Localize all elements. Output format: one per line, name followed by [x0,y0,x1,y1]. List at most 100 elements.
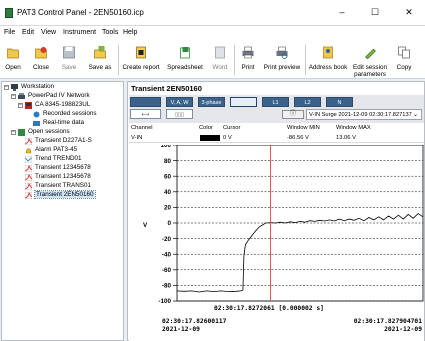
save-button[interactable]: Save [56,43,82,76]
expander-minus-icon[interactable]: − [11,130,16,135]
menu-file[interactable]: File [4,29,15,36]
address-book-button[interactable]: Address book [306,43,350,76]
cell-cursor: 0 V [223,135,232,141]
create-report-button[interactable]: Create report [119,43,163,76]
toolbar-separator [234,45,235,75]
recorded-sessions-icon [33,111,40,118]
tree-label: Transient TRANS01 [35,182,91,189]
edit-session-parameters-button[interactable]: Edit session parameters [350,43,390,78]
tree-label: CA 8345-198823UL [35,101,91,108]
transient-icon [25,165,32,172]
view-controls: V, A, W 3-phase L1 L2 N ⟷ ▯▯▯ ⓘ V-IN Sur… [129,95,424,123]
y-tick-label: 20 [164,205,172,212]
channel-table-header: Channel Color Cursor Window MIN Window M… [129,124,424,133]
start-date-label: 2021-12-09 [162,326,200,333]
app-icon [5,8,13,18]
l1-button[interactable]: L1 [262,97,289,107]
tree-label: Transient 12345678 [35,173,91,180]
menu-instrument[interactable]: Instrument [63,29,96,36]
spreadsheet-button[interactable]: Spreadsheet [163,43,207,76]
menu-view[interactable]: View [41,29,56,36]
col-channel: Channel [131,125,153,131]
word-button[interactable]: Word [207,43,233,76]
close-label: Close [32,64,50,71]
end-date-label: 2021-12-09 [384,326,422,333]
close-button[interactable]: Close [28,43,54,76]
l2-button[interactable]: L2 [294,97,321,107]
expander-minus-icon[interactable]: − [4,85,9,90]
transient-icon [25,192,32,199]
tree-label: Trend TREND01 [35,155,82,162]
device-icon [25,102,32,109]
save-label: Save [61,64,77,71]
print-preview-button[interactable]: Print preview [261,43,303,76]
event-select-value: V-IN Surge 2021-12-09 02:30:17.827137 [309,112,412,118]
word-icon [215,46,225,59]
panel-title: Transient 2EN50160 [131,84,202,93]
channel-color-swatch[interactable] [200,135,220,141]
y-tick-label: 0 [167,220,171,227]
open-button[interactable]: Open [0,43,26,76]
copy-button[interactable]: Copy [391,43,417,76]
expander-minus-icon[interactable]: − [18,103,23,108]
y-tick-label: 100 [160,145,171,149]
table-row[interactable]: V-IN 0 V -86.56 V 13.06 V [129,134,424,143]
zoom-out-button[interactable]: ⟷ [130,109,161,119]
cell-window-max: 13.06 V [336,135,356,141]
col-window-max: Window MAX [336,125,371,131]
close-window-button[interactable]: ✕ [398,4,420,20]
y-axis-ticks: 100 80 60 40 20 0 -20 -40 -60 -80 -100 [158,145,177,305]
minimize-button[interactable]: – [331,4,353,20]
col-cursor: Cursor [223,125,241,131]
expander-minus-icon[interactable]: − [11,94,16,99]
transient-icon [25,138,32,145]
spreadsheet-label: Spreadsheet [167,64,203,71]
tree-label: Real-time data [43,119,84,126]
spreadsheet-icon [180,47,190,59]
y-axis-label: V [143,222,148,229]
zoom-in-button[interactable]: ▯▯▯ [166,109,193,119]
menu-edit[interactable]: Edit [22,29,34,36]
tree-label: Recorded sessions [43,110,97,117]
address-book-icon [323,46,333,59]
waveform-view-button[interactable] [130,97,161,107]
info-button[interactable]: ⓘ [282,110,304,119]
three-phase-button[interactable]: 3-phase [198,97,225,107]
vaw-button[interactable]: V, A, W [166,97,193,107]
edit-session-parameters-label: Edit session parameters [353,64,387,78]
menu-help[interactable]: Help [123,29,137,36]
save-as-button[interactable]: Save as [84,43,116,76]
printer-icon [242,46,254,59]
print-preview-label: Print preview [263,64,301,71]
print-button[interactable]: Print [236,43,260,76]
event-select[interactable]: V-IN Surge 2021-12-09 02:30:17.827137 ⌄ [306,109,422,120]
tree-label: Transient 2EN50160 [34,190,96,199]
single-phase-button[interactable] [230,97,257,107]
neutral-button[interactable]: N [326,97,353,107]
cell-window-min: -86.56 V [287,135,309,141]
network-icon [18,93,25,99]
transient-icon [25,174,32,181]
tree-label: Transient D227A1-S [35,137,92,144]
computer-icon [11,84,18,91]
window-title: PAT3 Control Panel - 2EN50160.icp [17,8,144,17]
zoom-in-icon: ▯▯▯ [174,112,185,118]
menu-tools[interactable]: Tools [102,29,118,36]
col-color: Color [199,125,213,131]
end-time-label: 02:30:17.827904701 [354,318,422,325]
edit-parameters-icon [365,48,376,59]
save-icon [63,46,75,59]
y-tick-label: -100 [158,298,171,305]
transient-panel: Transient 2EN50160 V, A, W 3-phase L1 L2… [127,81,425,341]
cursor-time-label: 02:30:17.8272061 [0.000002 s] [214,305,324,312]
copy-label: Copy [396,64,412,71]
waveform-chart[interactable]: 100 80 60 40 20 0 -20 -40 -60 -80 -100 V 02:30:17.… [129,145,424,341]
tree-label: Transient 12345678 [35,164,91,171]
y-tick-label: 40 [164,189,172,196]
tree-label: PowerPad IV Network [28,92,90,99]
start-time-label: 02:30:17.82600117 [162,318,227,325]
trend-icon [25,156,32,163]
title-bar: PAT3 Control Panel - 2EN50160.icp – ☐ ✕ [0,0,425,26]
maximize-button[interactable]: ☐ [364,4,386,20]
print-preview-icon [276,46,288,59]
